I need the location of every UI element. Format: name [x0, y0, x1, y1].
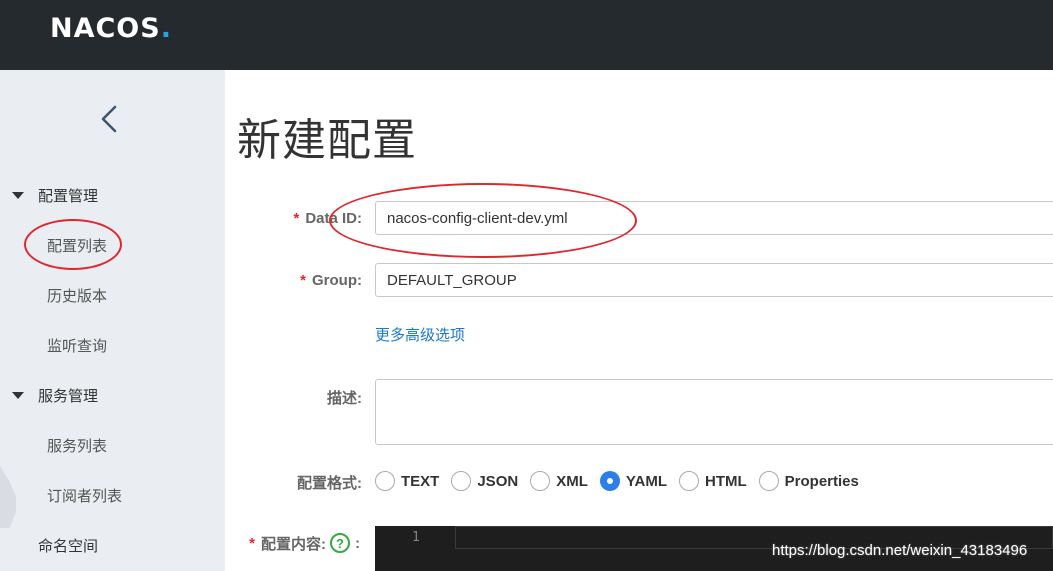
logo-dot: .	[160, 12, 172, 44]
radio-circle	[375, 471, 395, 491]
page-title: 新建配置	[237, 116, 417, 165]
format-radio-yaml[interactable]: YAML	[599, 471, 667, 491]
sidebar-item-subscriber-list[interactable]: 订阅者列表	[47, 480, 122, 510]
required-mark: *	[293, 209, 300, 227]
data-id-label: * Data ID:	[293, 208, 362, 228]
required-mark: *	[300, 271, 306, 289]
data-id-input[interactable]	[375, 201, 1053, 235]
radio-circle	[679, 471, 699, 491]
description-textarea[interactable]	[375, 379, 1053, 445]
watermark: https://blog.csdn.net/weixin_43183496	[772, 542, 1028, 559]
data-id-label-text: Data ID:	[305, 209, 362, 227]
sidebar-item-config-list[interactable]: 配置列表	[47, 230, 107, 260]
radio-circle	[530, 471, 551, 491]
sidebar-item-service-list[interactable]: 服务列表	[47, 430, 107, 460]
sidebar-edge-tab[interactable]	[0, 466, 16, 528]
format-radio-properties[interactable]: Properties	[758, 471, 859, 491]
group-label-text: Group:	[312, 271, 362, 289]
editor-gutter: 1	[375, 526, 455, 571]
main-content: 新建配置 * Data ID: * Group: 更多高级选项 描述: 配置格式…	[225, 70, 1053, 571]
radio-circle-checked	[599, 471, 620, 491]
format-label: 配置格式:	[297, 474, 362, 492]
radio-circle	[451, 471, 472, 491]
sidebar-item-history[interactable]: 历史版本	[47, 280, 107, 310]
group-input[interactable]	[375, 263, 1053, 297]
line-number: 1	[412, 530, 420, 545]
content-label: * 配置内容: ? :	[249, 533, 360, 553]
caret-down-icon	[12, 191, 24, 199]
chevron-left-icon[interactable]	[96, 102, 124, 136]
required-mark: *	[249, 534, 255, 552]
description-label: 描述:	[327, 389, 362, 407]
logo-text: NACOS	[50, 12, 161, 44]
group-label: * Group:	[300, 270, 362, 290]
advanced-options-link[interactable]: 更多高级选项	[375, 324, 465, 345]
sidebar-group-label: 配置管理	[38, 187, 99, 205]
format-radio-json[interactable]: JSON	[451, 471, 518, 491]
sidebar-group-config-management[interactable]: 配置管理	[0, 180, 98, 210]
top-header: NACOS.	[0, 0, 1053, 70]
sidebar-item-listener-query[interactable]: 监听查询	[47, 330, 107, 360]
sidebar-item-namespace[interactable]: 命名空间	[38, 530, 98, 560]
format-radio-group: TEXT JSON XML YAML HTML Properties	[375, 470, 871, 492]
format-radio-xml[interactable]: XML	[530, 471, 588, 491]
format-radio-text[interactable]: TEXT	[375, 471, 439, 491]
content-label-text: 配置内容:	[261, 535, 326, 553]
nacos-logo[interactable]: NACOS.	[50, 12, 172, 44]
sidebar: 配置管理 配置列表 历史版本 监听查询 服务管理 服务列表 订阅者列表 命名空间	[0, 70, 225, 571]
radio-circle	[758, 471, 779, 491]
format-radio-html[interactable]: HTML	[679, 471, 747, 491]
sidebar-group-label: 服务管理	[38, 387, 99, 405]
content-label-colon: :	[355, 534, 360, 552]
sidebar-group-service-management[interactable]: 服务管理	[0, 380, 98, 410]
help-circle-icon[interactable]: ?	[330, 533, 350, 553]
caret-down-icon	[12, 391, 24, 399]
